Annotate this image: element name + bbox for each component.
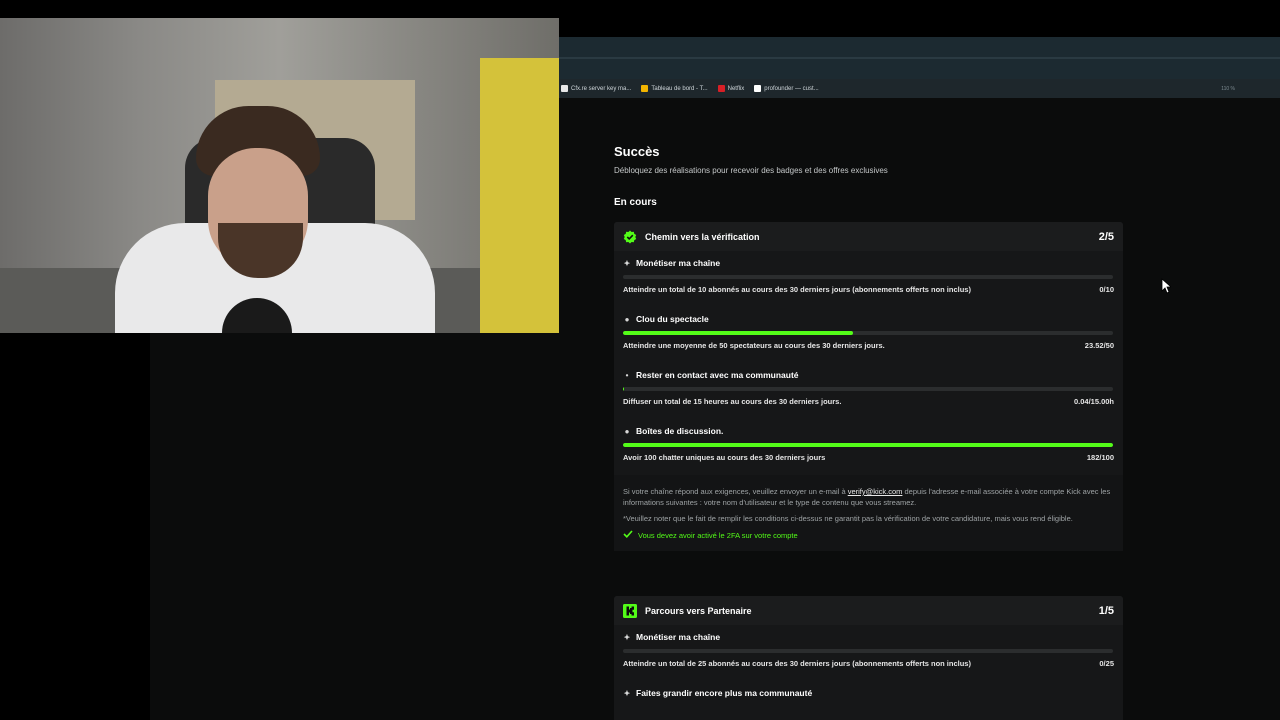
page-subtitle: Débloquez des réalisations pour recevoir… [614,166,888,175]
task-stream-hours: • Rester en contact avec ma communauté Di… [614,363,1123,419]
webcam-overlay [0,18,559,333]
task-name: Clou du spectacle [636,314,709,324]
sparkle-icon: ✦ [623,688,631,698]
task-name: Boîtes de discussion. [636,426,724,436]
bookmarks-bar: Cfx.re server key ma... Tableau de bord … [559,79,1280,98]
progress-bar [623,649,1113,653]
task-monetize: ✦ Monétiser ma chaîne Atteindre un total … [614,625,1123,681]
bookmark-netflix[interactable]: Netflix [717,85,744,92]
task-grow-community: ✦ Faites grandir encore plus ma communaut… [614,681,1123,720]
users-icon: ● [624,314,630,324]
card-progress: 1/5 [1098,604,1114,617]
netflix-icon [717,85,725,92]
chat-bubble-icon: ● [624,426,630,436]
task-chatters: ● Boîtes de discussion. Avoir 100 chatter… [614,419,1123,475]
sparkle-icon: ✦ [623,632,631,642]
task-value: 0/25 [1099,659,1114,668]
page-title: Succès [614,144,660,159]
progress-fill [623,387,625,391]
task-value: 0.04/15.00h [1073,397,1114,406]
task-description: Diffuser un total de 15 heures au cours … [623,397,842,406]
sparkle-icon: ✦ [623,258,631,268]
browser-toolbar [559,37,1280,79]
task-name: Rester en contact avec ma communauté [636,370,799,380]
section-heading-in-progress: En cours [614,197,657,208]
checkmark-icon [623,530,633,541]
task-description: Atteindre un total de 10 abonnés au cour… [623,285,971,294]
card-progress: 2/5 [1098,230,1114,243]
card-header[interactable]: Chemin vers la vérification 2/5 [614,222,1123,251]
task-monetize: ✦ Monétiser ma chaîne Atteindre un total … [614,251,1123,307]
verified-badge-icon [623,230,637,244]
mouse-cursor-icon [1161,278,1171,294]
verification-note: Si votre chaîne répond aux exigences, ve… [614,475,1123,551]
task-description: Avoir 100 chatter uniques au cours des 3… [623,453,826,462]
disclaimer-text: *Veuillez noter que le fait de remplir l… [623,514,1073,523]
left-dark-area [0,333,150,720]
verify-email-link[interactable]: verify@kick.com [848,487,903,496]
kick-logo-icon [623,603,637,618]
address-bar-strip [559,57,1280,59]
progress-fill [623,331,854,335]
task-description: Atteindre un total de 25 abonnés au cour… [623,659,971,668]
task-viewers: ● Clou du spectacle Atteindre une moyenne… [614,307,1123,363]
webcam-insulation-roll [480,58,559,333]
2fa-requirement: Vous devez avoir activé le 2FA sur votre… [623,530,1114,541]
broadcast-icon: • [625,370,629,380]
task-value: 0/10 [1099,285,1114,294]
progress-bar [623,275,1113,279]
task-value: 182/100 [1086,453,1114,462]
achievement-card-verification: Chemin vers la vérification 2/5 ✦ Monétis… [614,222,1123,551]
card-title: Parcours vers Partenaire [645,605,752,616]
card-title: Chemin vers la vérification [645,231,760,242]
bookmark-icon [561,85,568,92]
bookmark-profounder[interactable]: profounder — cust... [754,85,819,92]
card-header[interactable]: Parcours vers Partenaire 1/5 [614,596,1123,625]
progress-bar [623,387,1113,391]
task-name: Faites grandir encore plus ma communauté [636,688,813,698]
achievement-card-partner: Parcours vers Partenaire 1/5 ✦ Monétiser … [614,596,1123,720]
task-name: Monétiser ma chaîne [636,258,721,268]
bookmark-cfx[interactable]: Cfx.re server key ma... [561,85,631,92]
progress-bar [623,331,1113,335]
task-description: Atteindre une moyenne de 50 spectateurs … [623,341,885,350]
progress-bar [623,443,1113,447]
task-value: 23.52/50 [1084,341,1114,350]
bookmark-icon [641,85,649,92]
bookmark-tableau[interactable]: Tableau de bord - T... [641,85,708,92]
progress-fill [623,443,1113,447]
task-name: Monétiser ma chaîne [636,632,721,642]
zoom-indicator[interactable]: 110 % [1221,86,1235,92]
bookmark-icon [754,85,762,92]
